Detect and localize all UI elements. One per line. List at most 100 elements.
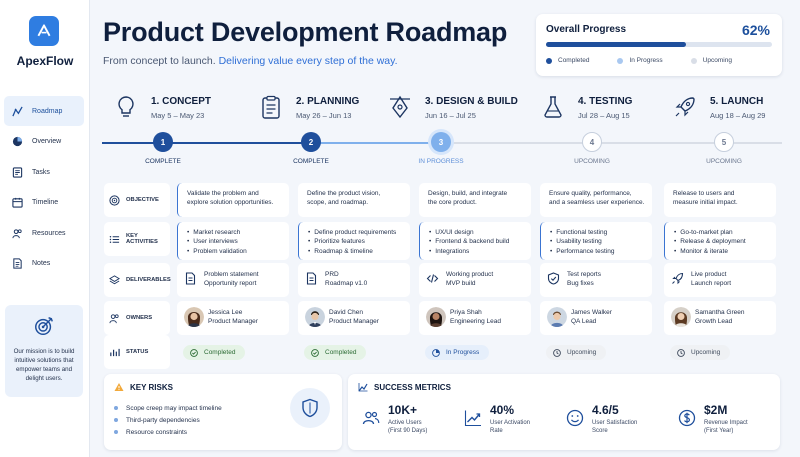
- success-metrics-title: SUCCESS METRICS: [358, 382, 451, 392]
- objective-cell: Design, build, and integrate the core pro…: [419, 183, 531, 217]
- activities-cell: Market researchUser interviewsProblem va…: [177, 222, 289, 260]
- sidebar-item-overview[interactable]: Overview: [4, 127, 84, 157]
- sidebar-item-label: Timeline: [32, 199, 59, 207]
- tasks-icon: [12, 167, 23, 178]
- trend-up-icon: [464, 410, 481, 427]
- sidebar-nav: Roadmap Overview Tasks Timeline Resource…: [4, 96, 84, 280]
- owner-cell: James Walker QA Lead: [540, 301, 652, 335]
- list-item: Resource constraints: [114, 426, 222, 438]
- avatar: [426, 307, 446, 327]
- status-badge[interactable]: In Progress: [425, 345, 490, 360]
- overall-progress-card: Overall Progress 62% Completed In Progre…: [536, 14, 782, 76]
- activities-cell: Functional testingUsability testingPerfo…: [540, 222, 652, 260]
- target-icon: [35, 317, 53, 335]
- activities-cell: UX/UI designFrontend & backend buildInte…: [419, 222, 531, 260]
- lightbulb-icon: [118, 96, 134, 117]
- brand-name: ApexFlow: [16, 54, 74, 68]
- page-title: Product Development Roadmap: [103, 17, 508, 47]
- owner-cell: Priya Shah Engineering Lead: [419, 301, 531, 335]
- target-icon: [109, 194, 120, 206]
- overall-progress-track: [546, 42, 772, 47]
- status-cell: Upcoming: [540, 335, 652, 369]
- objective-cell: Release to users and measure initial impa…: [664, 183, 776, 217]
- document-icon: [306, 272, 317, 285]
- step-3-marker[interactable]: 3: [431, 132, 451, 152]
- status-badge[interactable]: Upcoming: [546, 345, 607, 360]
- check-circle-icon: [311, 348, 319, 357]
- row-label-owners: OWNERS: [104, 301, 170, 335]
- risk-list: Scope creep may impact timeline Third-pa…: [114, 402, 222, 438]
- subtitle-highlight: Delivering value every step of the way.: [218, 55, 398, 67]
- code-icon: [426, 274, 439, 283]
- overall-progress-fill: [546, 42, 687, 47]
- step-5-marker[interactable]: 5: [714, 132, 734, 152]
- deliverables-cell: Test reports Bug fixes: [540, 263, 652, 297]
- roadmap-icon: [12, 106, 23, 116]
- status-badge[interactable]: Completed: [183, 345, 246, 360]
- metric-value: $2M: [704, 403, 728, 417]
- step-status-label: IN PROGRESS: [418, 158, 464, 165]
- sidebar-item-label: Notes: [32, 260, 51, 268]
- sidebar-item-roadmap[interactable]: Roadmap: [4, 96, 84, 126]
- step-4-marker[interactable]: 4: [582, 132, 602, 152]
- sidebar-item-label: Resources: [32, 229, 66, 237]
- phase-dates: Jun 16 – Jul 25: [425, 111, 476, 120]
- apexflow-logo-icon[interactable]: [29, 16, 59, 46]
- sidebar-item-notes[interactable]: Notes: [4, 249, 84, 279]
- step-1-marker[interactable]: 1: [153, 132, 173, 152]
- row-label-status: STATUS: [104, 335, 170, 369]
- timeline-segment: [311, 142, 441, 144]
- metric-value: 4.6/5: [592, 403, 619, 417]
- sidebar-item-resources[interactable]: Resources: [4, 218, 84, 248]
- sidebar-item-label: Roadmap: [32, 107, 63, 115]
- step-status-label: COMPLETE: [145, 158, 181, 165]
- list-item: Scope creep may impact timeline: [114, 402, 222, 414]
- objective-cell: Validate the problem and explore solution…: [177, 183, 289, 217]
- progress-circle-icon: [432, 348, 440, 357]
- success-metrics-card: SUCCESS METRICS 10K+ Active Users (First …: [348, 374, 780, 450]
- timeline-segment: [163, 142, 311, 144]
- clock-icon: [677, 348, 685, 357]
- key-risks-title: KEY RISKS: [114, 382, 173, 392]
- sidebar-item-tasks[interactable]: Tasks: [4, 157, 84, 187]
- users-icon: [362, 411, 380, 425]
- rocket-icon: [675, 97, 695, 117]
- deliverables-cell: Live product Launch report: [664, 263, 776, 297]
- calendar-icon: [12, 198, 23, 208]
- step-status-label: UPCOMING: [574, 158, 610, 165]
- step-status-label: UPCOMING: [706, 158, 742, 165]
- sidebar-item-label: Overview: [32, 138, 62, 146]
- overall-progress-percent: 62%: [741, 22, 770, 38]
- phase-dates: May 5 – May 23: [151, 111, 205, 120]
- sidebar-item-timeline[interactable]: Timeline: [4, 188, 84, 218]
- phase-dates: May 26 – Jun 13: [296, 111, 352, 120]
- legend-in-progress: In Progress: [617, 57, 663, 64]
- owner-cell: Jessica Lee Product Manager: [177, 301, 289, 335]
- pie-chart-icon: [12, 137, 23, 147]
- status-badge[interactable]: Completed: [304, 345, 367, 360]
- key-risks-card: KEY RISKS Scope creep may impact timelin…: [104, 374, 342, 450]
- clipboard-icon: [262, 95, 280, 119]
- owner-cell: David Chen Product Manager: [298, 301, 410, 335]
- people-icon: [12, 229, 22, 239]
- timeline-segment: [592, 142, 782, 144]
- activities-cell: Go-to-market planRelease & deploymentMon…: [664, 222, 776, 260]
- metric-label: User Satisfaction Score: [592, 420, 638, 435]
- status-badge[interactable]: Upcoming: [670, 345, 731, 360]
- page-subtitle: From concept to launch. Delivering value…: [103, 55, 398, 67]
- phase-name: 2. PLANNING: [296, 96, 360, 107]
- step-2-marker[interactable]: 2: [301, 132, 321, 152]
- sidebar: ApexFlow Roadmap Overview Tasks Timeline…: [0, 0, 90, 457]
- legend-completed: Completed: [546, 57, 589, 64]
- status-cell: Completed: [298, 335, 410, 369]
- objective-cell: Ensure quality, performance, and a seamle…: [540, 183, 652, 217]
- phase-name: 1. CONCEPT: [151, 96, 212, 107]
- row-label-objective: OBJECTIVE: [104, 183, 170, 217]
- metric-label: User Activation Rate: [490, 420, 531, 435]
- phase-dates: Jul 28 – Aug 15: [578, 111, 630, 120]
- document-icon: [185, 272, 196, 285]
- row-label-key-activities: KEY ACTIVITIES: [104, 222, 170, 256]
- mission-text: Our mission is to build intuitive soluti…: [13, 348, 75, 382]
- shield-check-icon: [547, 272, 560, 285]
- avatar: [305, 307, 325, 327]
